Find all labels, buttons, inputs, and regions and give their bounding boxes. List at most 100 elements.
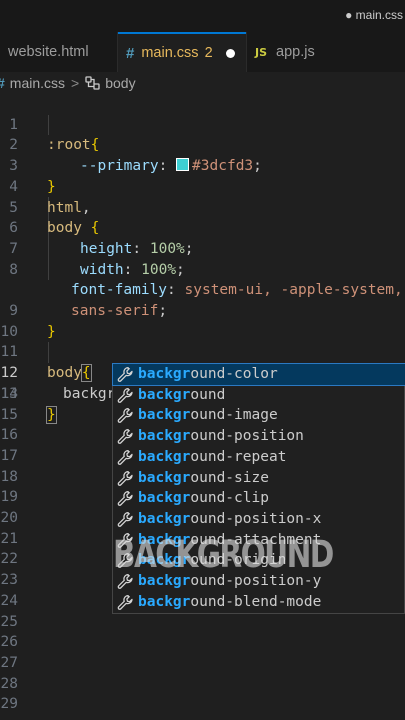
css-file-icon: # [126,44,135,62]
suggestion-item[interactable]: background-size [113,468,405,489]
code-line: 11 body{ [0,322,405,383]
problems-count-badge: 2 [204,45,213,61]
suggestion-rest: ound-attachment [190,531,322,548]
line-number: 26 [0,634,18,651]
breadcrumb-symbol[interactable]: body [105,75,135,91]
line-number: 17 [0,447,18,464]
wrench-icon [117,449,133,465]
line-number: 18 [0,468,18,485]
code-line: 2 --primary: #3dcfd3; [0,115,405,174]
suggestion-match: backgr [138,552,191,569]
tab-app-js[interactable]: JS app.js [246,32,376,72]
line-number: 22 [0,551,18,568]
line-number: 15 [0,406,18,423]
suggestion-item[interactable]: background-color [112,363,405,386]
suggestion-match: backgr [138,386,191,403]
line-number: 27 [0,654,18,671]
code-line: 29 [0,694,405,715]
wrench-icon [117,387,133,403]
suggestion-rest: ound [190,386,226,403]
wrench-icon [117,511,133,527]
breadcrumb: # main.css > body [0,72,405,94]
line-number: 24 [0,592,18,609]
suggestion-item[interactable]: background-repeat [113,447,405,468]
suggestion-item[interactable]: background-origin [113,550,405,571]
suggestion-match: backgr [138,573,191,589]
wrench-icon [117,470,133,486]
suggestion-match: backgr [138,469,191,486]
line-number: 23 [0,572,18,589]
code-line: 25 [0,612,405,633]
suggestion-item[interactable]: background-position-x [113,509,405,530]
symbol-icon [85,76,100,90]
wrench-icon [117,366,133,382]
breadcrumb-file[interactable]: main.css [10,75,65,91]
wrench-icon [117,553,133,569]
suggestion-rest: ound-origin [190,552,287,569]
window-title: ● main.css [345,8,403,22]
tab-label: app.js [276,44,315,60]
code-line: 28 [0,674,405,695]
suggestion-match: backgr [138,407,191,424]
suggestion-rest: ound-position-y [190,573,322,589]
line-number: 21 [0,530,18,547]
code-line: 10 [0,301,405,340]
code-line: 9 } [0,280,405,340]
tab-website-html[interactable]: website.html [0,32,118,72]
code-line: 7 width: 100%; [0,218,405,278]
suggestion-match: backgr [138,531,191,548]
code-line: 5 body { [0,177,405,237]
wrench-icon [117,594,133,610]
line-number: 20 [0,510,18,526]
tab-main-css[interactable]: # main.css 2 [118,32,246,72]
line-number: 16 [0,427,18,444]
breadcrumb-separator: > [71,75,80,91]
title-bar: ● main.css [0,0,405,32]
suggestion-rest: ound-size [190,469,269,486]
line-number: 19 [0,489,18,506]
suggestion-rest: ound-color [190,366,278,382]
code-line: 6 height: 100%; [0,198,405,257]
tab-label: website.html [8,44,89,60]
code-line: sans-serif; [0,260,405,319]
suggestion-item[interactable]: background-clip [113,488,405,509]
line-number: 29 [0,696,18,713]
unsaved-dot-icon[interactable] [225,48,235,58]
autocomplete-suggestions[interactable]: background-color background background-ima… [112,363,405,614]
js-file-icon: JS [255,45,268,59]
suggestion-match: backgr [138,593,191,610]
code-line: 1 :root{ [0,94,405,154]
css-hash-icon: # [0,75,5,91]
wrench-icon [117,573,133,589]
suggestion-rest: ound-position-x [190,510,322,527]
suggestion-match: backgr [138,366,191,382]
suggestion-rest: ound-position [190,428,304,445]
wrench-icon [117,491,133,507]
suggestion-rest: ound-blend-mode [190,593,322,610]
code-line-current: 12 backgr [0,342,405,402]
wrench-icon [117,429,133,444]
suggestion-rest: ound-image [190,407,278,424]
code-line: 27 [0,653,405,674]
suggestion-rest: ound-repeat [190,448,287,465]
code-line: 8 font-family: system-ui, -apple-system,… [0,239,405,299]
suggestion-rest: ound-clip [190,490,269,507]
wrench-icon [117,532,133,548]
wrench-icon [117,408,133,424]
code-line: 3 } [0,135,405,195]
suggestion-item[interactable]: background-image [113,405,405,426]
suggestion-item[interactable]: background-blend-mode [113,592,405,613]
suggestion-item[interactable]: background-position [113,426,405,447]
tab-label: main.css [141,45,199,61]
suggestion-match: backgr [138,490,191,507]
suggestion-match: backgr [138,428,191,445]
suggestion-match: backgr [138,510,191,527]
suggestion-item[interactable]: background-attachment [113,530,405,551]
suggestion-item[interactable]: background [113,385,405,406]
line-number: 14 [0,385,18,402]
suggestion-item[interactable]: background-position-y [113,571,405,592]
line-number: 25 [0,613,18,630]
code-line: 4 html, [0,156,405,216]
editor-tab-bar: website.html # main.css 2 JS app.js [0,32,405,73]
code-line: 26 [0,632,405,653]
